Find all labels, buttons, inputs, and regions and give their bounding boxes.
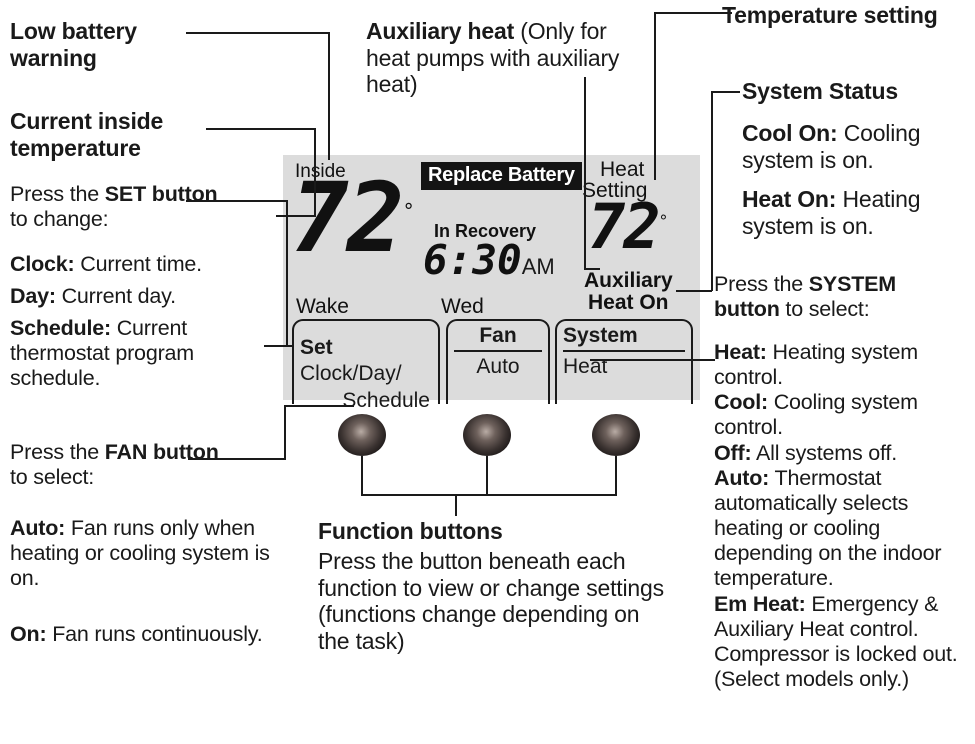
function-button-right[interactable] <box>592 414 640 456</box>
annotation-low-battery: Low battery warning <box>10 18 137 71</box>
function-box-set-text: Set Clock/Day/Schedule <box>300 336 430 412</box>
annotation-cool-on: Cool On: Cooling system is on. <box>742 120 921 173</box>
annotation-sys-auto: Auto: Thermostat automatically selects h… <box>714 466 942 590</box>
leader-fb-v-center <box>486 456 488 496</box>
annotation-current-inside: Current inside temperature <box>10 108 164 161</box>
annotation-fan-auto: Auto: Fan runs only when heating or cool… <box>10 516 270 590</box>
clock-meridiem: AM <box>521 254 555 279</box>
annotation-sys-cool: Cool: Cooling system control. <box>714 390 918 439</box>
annotation-sys-off: Off: All systems off. <box>714 441 897 465</box>
schedule-period-label: Wake <box>296 295 349 318</box>
degree-symbol-inside: ° <box>402 199 415 223</box>
function-button-left[interactable] <box>338 414 386 456</box>
degree-symbol-setting: ° <box>658 211 669 231</box>
function-box-set[interactable]: Set Clock/Day/Schedule <box>292 319 440 412</box>
annotation-fan-on: On: Fan runs continuously. <box>10 622 263 646</box>
annotation-heat-on: Heat On: Heating system is on. <box>742 186 921 239</box>
inside-temperature-value: 72° <box>291 162 415 274</box>
annotation-day: Day: Current day. <box>10 284 176 308</box>
clock-time: 6:30 <box>423 236 522 284</box>
leader-fb-v-left <box>361 456 363 496</box>
annotation-clock: Clock: Current time. <box>10 252 202 276</box>
leader-set-h2 <box>264 345 292 347</box>
function-box-fan-header: Fan <box>479 324 517 347</box>
leader-auxiliary-heat-v <box>584 77 586 269</box>
leader-fb-stem <box>455 494 457 516</box>
annotation-press-fan: Press the FAN button to select: <box>10 440 219 489</box>
leader-system-status-h2 <box>676 290 712 292</box>
auxiliary-heat-indicator-line2: Heat On <box>588 291 669 314</box>
replace-battery-indicator: Replace Battery <box>421 162 582 190</box>
annotation-temperature-setting: Temperature setting <box>722 2 938 28</box>
function-box-fan[interactable]: Fan Auto <box>446 319 550 404</box>
leader-temp-setting-v <box>654 12 656 180</box>
heat-setting-value: 72° <box>588 190 669 263</box>
annotation-system-status: System Status <box>742 78 898 104</box>
leader-temp-setting-h <box>656 12 732 14</box>
annotation-press-set: Press the SET button to change: <box>10 182 218 231</box>
leader-fb-v-right <box>615 456 617 496</box>
annotation-sys-heat: Heat: Heating system control. <box>714 340 918 389</box>
leader-current-inside-h1 <box>206 128 316 130</box>
clock-display: 6:30AM <box>423 240 555 281</box>
thermostat-lcd-panel: Inside 72° Replace Battery In Recovery 6… <box>283 155 700 412</box>
function-box-system-header: System <box>563 324 638 347</box>
leader-auxiliary-heat-h <box>584 268 600 270</box>
leader-low-battery-h <box>186 32 330 34</box>
function-box-fan-value: Auto <box>476 355 520 378</box>
annotation-sys-em-heat: Em Heat: Emergency & Auxiliary Heat cont… <box>714 592 958 691</box>
annotation-function-buttons-body: Press the button beneath each function t… <box>318 548 664 655</box>
leader-system-status-h <box>712 91 740 93</box>
leader-current-inside-v <box>314 128 316 217</box>
annotation-press-system: Press the SYSTEM button to select: <box>714 272 897 321</box>
function-button-center[interactable] <box>463 414 511 456</box>
leader-fan-h2 <box>284 405 354 407</box>
function-box-system[interactable]: System Heat <box>555 319 693 404</box>
annotation-schedule: Schedule: Current thermostat program sch… <box>10 316 195 390</box>
leader-system-status-v <box>711 91 713 291</box>
leader-fb-bracket <box>361 494 617 496</box>
leader-system-heat-h <box>590 359 715 361</box>
function-box-system-value: Heat <box>563 355 608 378</box>
annotation-function-buttons-title: Function buttons <box>318 518 503 544</box>
day-of-week-label: Wed <box>441 295 484 318</box>
leader-set-v <box>286 200 288 345</box>
leader-low-battery-v <box>328 32 330 160</box>
leader-current-inside-h2 <box>276 215 316 217</box>
auxiliary-heat-indicator-line1: Auxiliary <box>584 269 673 292</box>
annotation-auxiliary-heat: Auxiliary heat (Only for heat pumps with… <box>366 18 620 98</box>
leader-fan-v <box>284 405 286 460</box>
